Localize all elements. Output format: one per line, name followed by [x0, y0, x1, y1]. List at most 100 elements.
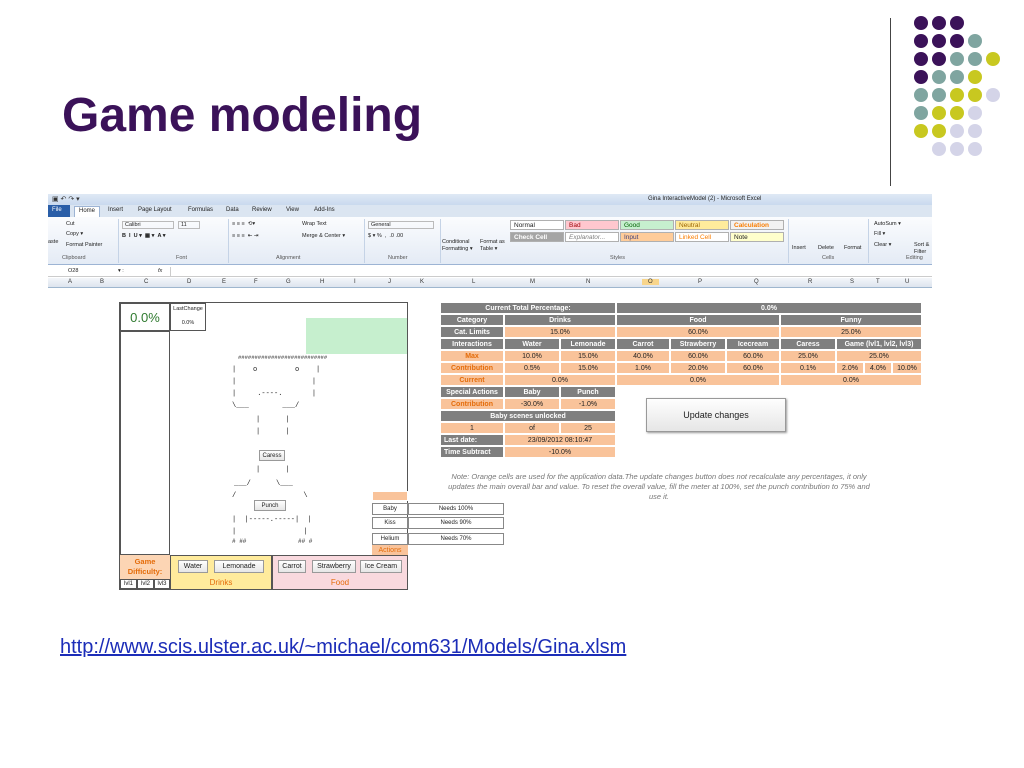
- style-check-cell[interactable]: Check Cell: [510, 232, 564, 242]
- current-food[interactable]: 0.0%: [616, 374, 780, 386]
- sort-filter-button[interactable]: Sort & Filter: [914, 242, 932, 256]
- style-note[interactable]: Note: [730, 232, 784, 242]
- conditional-formatting-button[interactable]: Conditional Formatting ▾: [442, 239, 478, 253]
- col-header[interactable]: H: [320, 279, 324, 285]
- col-header[interactable]: G: [286, 279, 291, 285]
- tab-file[interactable]: File: [48, 205, 70, 217]
- cat-limit-food[interactable]: 60.0%: [616, 326, 780, 338]
- tab-insert[interactable]: Insert: [108, 207, 123, 213]
- time-subtract-value[interactable]: -10.0%: [504, 446, 616, 458]
- max-icecream[interactable]: 60.0%: [726, 350, 780, 362]
- caress-button[interactable]: Caress: [259, 450, 285, 461]
- font-size-select[interactable]: 11: [178, 221, 200, 229]
- col-header[interactable]: N: [586, 279, 590, 285]
- col-header[interactable]: R: [808, 279, 812, 285]
- col-header[interactable]: P: [698, 279, 702, 285]
- paste-button[interactable]: aste: [48, 239, 58, 245]
- contribution-game-lvl1[interactable]: 2.0%: [836, 362, 864, 374]
- tab-formulas[interactable]: Formulas: [188, 207, 213, 213]
- baby-scenes-count[interactable]: 1: [440, 422, 504, 434]
- tab-add-ins[interactable]: Add-Ins: [314, 207, 335, 213]
- col-header[interactable]: A: [68, 279, 72, 285]
- col-header[interactable]: C: [144, 279, 148, 285]
- font-style-buttons[interactable]: B I U ▾ ▦ ▾ A ▾: [122, 233, 166, 239]
- cut-button[interactable]: Cut: [66, 221, 75, 227]
- fx-icon[interactable]: fx: [158, 268, 162, 274]
- format-as-table-button[interactable]: Format as Table ▾: [480, 239, 510, 253]
- level-lvl3[interactable]: lvl3: [154, 579, 170, 589]
- contribution-lemonade[interactable]: 15.0%: [560, 362, 616, 374]
- style-calculation[interactable]: Calculation: [730, 220, 784, 230]
- col-header[interactable]: U: [905, 279, 909, 285]
- formula-input[interactable]: [170, 267, 930, 276]
- lemonade-button[interactable]: Lemonade: [214, 560, 264, 573]
- style-linked-cell[interactable]: Linked Cell: [675, 232, 729, 242]
- contribution-icecream[interactable]: 60.0%: [726, 362, 780, 374]
- wrap-text-button[interactable]: Wrap Text: [302, 221, 327, 227]
- max-water[interactable]: 10.0%: [504, 350, 560, 362]
- align-row2[interactable]: ≡ ≡ ≡ ⇤ ⇥: [232, 233, 259, 239]
- current-drinks[interactable]: 0.0%: [504, 374, 616, 386]
- level-lvl2[interactable]: lvl2: [137, 579, 154, 589]
- clear-button[interactable]: Clear ▾: [874, 242, 891, 248]
- style-normal[interactable]: Normal: [510, 220, 564, 230]
- water-button[interactable]: Water: [178, 560, 208, 573]
- fill-button[interactable]: Fill ▾: [874, 231, 885, 237]
- ice-cream-button[interactable]: Ice Cream: [360, 560, 402, 573]
- contribution-caress[interactable]: 0.1%: [780, 362, 836, 374]
- style-good[interactable]: Good: [620, 220, 674, 230]
- merge-center-button[interactable]: Merge & Center ▾: [302, 233, 345, 239]
- max-carrot[interactable]: 40.0%: [616, 350, 670, 362]
- col-header[interactable]: S: [850, 279, 854, 285]
- last-date-value[interactable]: 23/09/2012 08:10:47: [504, 434, 616, 446]
- name-box-dropdown[interactable]: ▾ :: [118, 268, 124, 274]
- current-funny[interactable]: 0.0%: [780, 374, 922, 386]
- col-header[interactable]: J: [388, 279, 391, 285]
- format-cells-button[interactable]: Format: [844, 245, 861, 251]
- format-painter-button[interactable]: Format Painter: [66, 242, 102, 248]
- action-baby[interactable]: Baby: [372, 503, 408, 515]
- col-header-selected[interactable]: O: [642, 279, 659, 285]
- tab-page-layout[interactable]: Page Layout: [138, 207, 172, 213]
- source-link[interactable]: http://www.scis.ulster.ac.uk/~michael/co…: [60, 636, 626, 659]
- style-explanatory[interactable]: Explanator...: [565, 232, 619, 242]
- contribution-water[interactable]: 0.5%: [504, 362, 560, 374]
- max-strawberry[interactable]: 60.0%: [670, 350, 726, 362]
- copy-button[interactable]: Copy ▾: [66, 231, 83, 237]
- col-header[interactable]: F: [254, 279, 258, 285]
- baby-scenes-total[interactable]: 25: [560, 422, 616, 434]
- style-neutral[interactable]: Neutral: [675, 220, 729, 230]
- tab-home[interactable]: Home: [74, 206, 100, 217]
- max-game[interactable]: 25.0%: [836, 350, 922, 362]
- contribution-carrot[interactable]: 1.0%: [616, 362, 670, 374]
- action-helium[interactable]: Helium: [372, 533, 408, 545]
- col-header[interactable]: I: [354, 279, 356, 285]
- col-header[interactable]: K: [420, 279, 424, 285]
- style-bad[interactable]: Bad: [565, 220, 619, 230]
- cat-limit-funny[interactable]: 25.0%: [780, 326, 922, 338]
- col-header[interactable]: E: [222, 279, 226, 285]
- col-header[interactable]: B: [100, 279, 104, 285]
- punch-button[interactable]: Punch: [254, 500, 286, 511]
- carrot-button[interactable]: Carrot: [278, 560, 306, 573]
- special-contribution-baby[interactable]: -30.0%: [504, 398, 560, 410]
- tab-data[interactable]: Data: [226, 207, 239, 213]
- contribution-strawberry[interactable]: 20.0%: [670, 362, 726, 374]
- update-changes-button[interactable]: Update changes: [646, 398, 786, 432]
- quick-access-toolbar[interactable]: ▣ ↶ ↷ ▾: [52, 195, 80, 203]
- insert-cells-button[interactable]: Insert: [792, 245, 806, 251]
- max-caress[interactable]: 25.0%: [780, 350, 836, 362]
- tab-view[interactable]: View: [286, 207, 299, 213]
- col-header[interactable]: T: [876, 279, 880, 285]
- special-contribution-punch[interactable]: -1.0%: [560, 398, 616, 410]
- max-lemonade[interactable]: 15.0%: [560, 350, 616, 362]
- level-lvl1[interactable]: lvl1: [120, 579, 137, 589]
- col-header[interactable]: M: [530, 279, 535, 285]
- tab-review[interactable]: Review: [252, 207, 272, 213]
- action-kiss[interactable]: Kiss: [372, 517, 408, 529]
- col-header[interactable]: D: [187, 279, 191, 285]
- contribution-game-lvl2[interactable]: 4.0%: [864, 362, 892, 374]
- style-input[interactable]: Input: [620, 232, 674, 242]
- font-name-select[interactable]: Calibri: [122, 221, 174, 229]
- col-header[interactable]: L: [472, 279, 475, 285]
